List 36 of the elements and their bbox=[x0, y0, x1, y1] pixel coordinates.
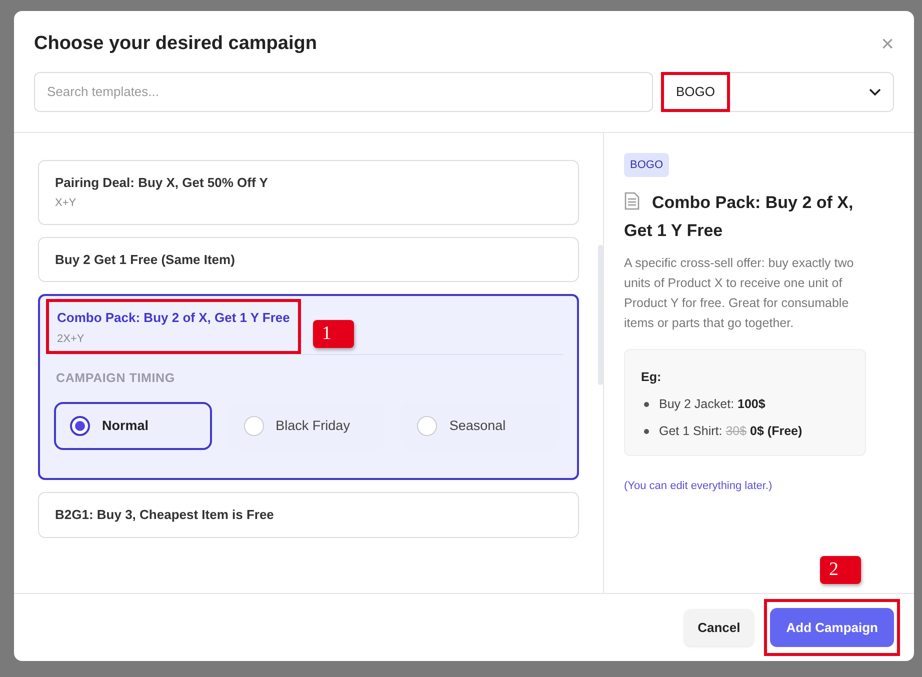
add-campaign-button[interactable]: Add Campaign bbox=[770, 608, 894, 648]
description: A specific cross-sell offer: buy exactly two units of Product X to receive one unit of Product Y for free. Great for consumable items or parts that go together. bbox=[624, 255, 855, 332]
section-label: CAMPAIGN TIMING bbox=[56, 370, 176, 388]
example-heading: Eg: bbox=[641, 369, 662, 386]
cancel-button[interactable]: Cancel bbox=[684, 608, 754, 646]
option-label: Black Friday bbox=[276, 416, 350, 435]
template-title: B2G1: Buy 3, Cheapest Item is Free bbox=[55, 506, 275, 524]
document-icon bbox=[624, 192, 640, 210]
bullet bbox=[644, 402, 649, 407]
chevron-down-icon bbox=[869, 88, 881, 96]
callout-badge: 2 bbox=[820, 556, 861, 584]
category-tag: BOGO bbox=[624, 152, 670, 178]
template-card[interactable]: Combo Pack: Buy 2 of X, Get 1 Y Free 2X+Y 1 CAMPAIGN TIMING Normal Black Friday Seasonal bbox=[38, 294, 579, 480]
search-field[interactable]: Search templates... bbox=[34, 72, 653, 112]
hint-text: (You can edit everything later.) bbox=[624, 478, 774, 494]
template-title: Buy 2 Get 1 Free (Same Item) bbox=[55, 250, 236, 269]
template-title: Pairing Deal: Buy X, Get 50% Off Y bbox=[55, 174, 269, 192]
example-line: Buy 2 Jacket: 100$ bbox=[659, 396, 766, 414]
template-formula: 2X+Y bbox=[57, 332, 86, 347]
dialog-title: Choose your desired campaign bbox=[34, 33, 317, 56]
filter-value: BOGO bbox=[675, 83, 716, 102]
template-card[interactable]: Pairing Deal: Buy X, Get 50% Off Y X+Y bbox=[38, 160, 579, 225]
bullet bbox=[644, 428, 649, 434]
template-formula: X+Y bbox=[55, 196, 78, 212]
scrollbar[interactable] bbox=[598, 244, 603, 385]
option-label: Normal bbox=[102, 416, 149, 435]
template-title: Combo Pack: Buy 2 of X, Get 1 Y Free bbox=[57, 309, 290, 328]
timing-option[interactable]: Normal bbox=[54, 402, 212, 450]
radio-button[interactable] bbox=[70, 416, 90, 436]
template-card[interactable]: Buy 2 Get 1 Free (Same Item) bbox=[38, 236, 579, 282]
template-card[interactable]: B2G1: Buy 3, Cheapest Item is Free bbox=[38, 492, 579, 538]
example-line: Get 1 Shirt: 30$ 0$ (Free) bbox=[659, 422, 802, 440]
callout-badge: 1 bbox=[312, 320, 354, 348]
template-heading: Combo Pack: Buy 2 of X, Get 1 Y Free bbox=[624, 191, 854, 242]
option-label: Seasonal bbox=[449, 416, 506, 435]
filter-dropdown[interactable]: BOGO bbox=[661, 72, 894, 112]
